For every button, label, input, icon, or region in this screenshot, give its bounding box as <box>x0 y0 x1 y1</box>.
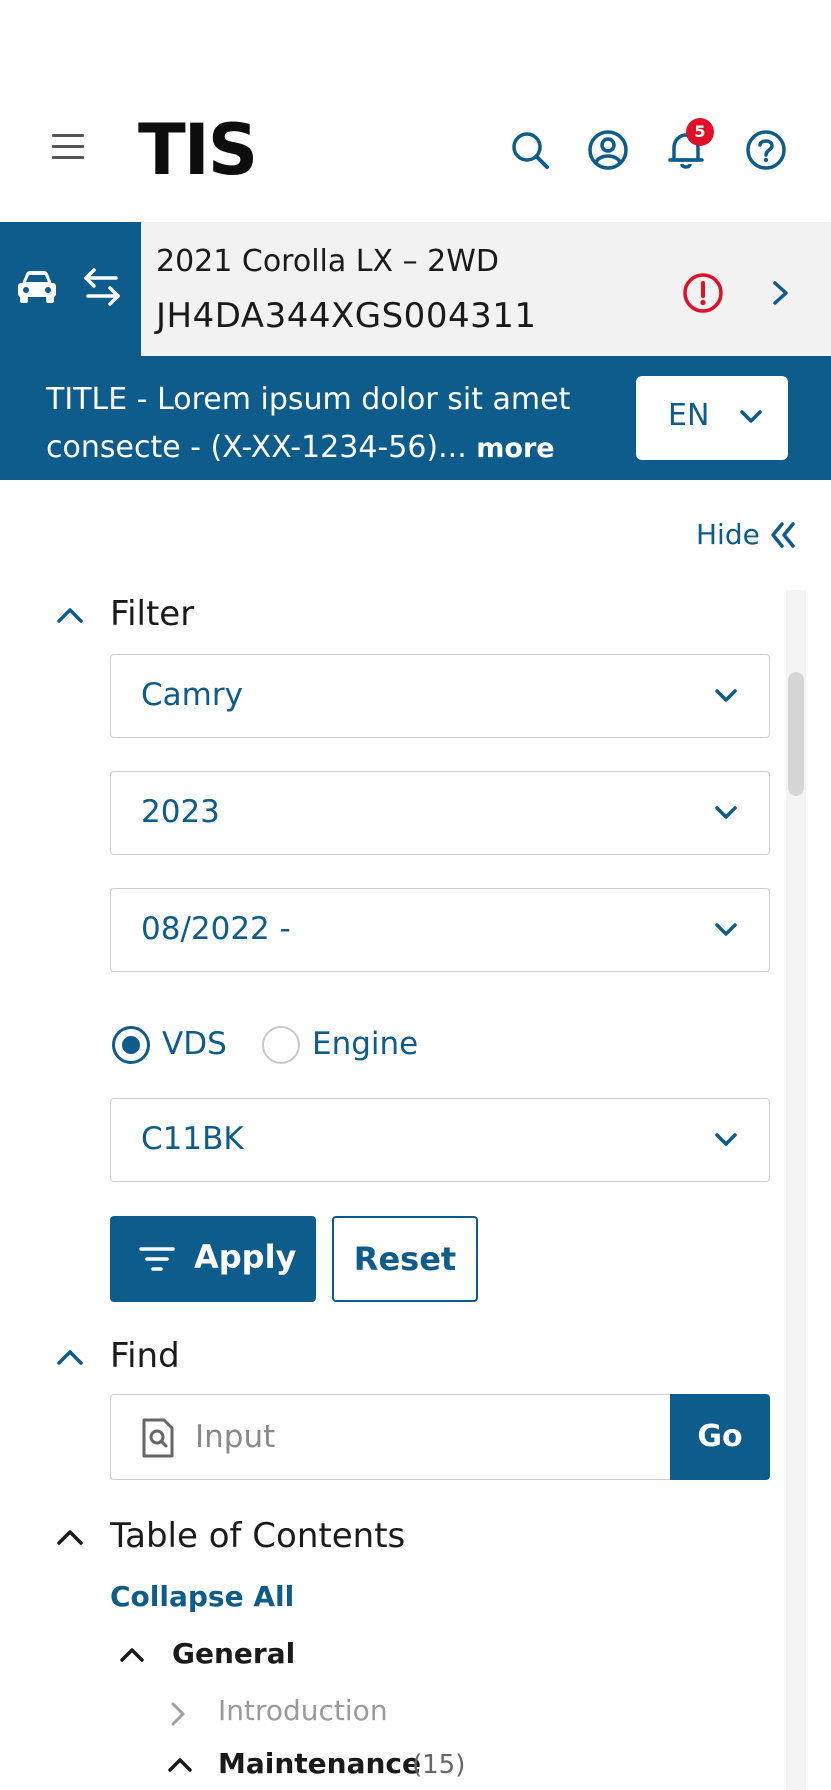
chevron-down-icon <box>715 1133 737 1146</box>
toc-item-maintenance[interactable]: Maintenance <box>218 1747 421 1780</box>
filter-lines-icon <box>139 1247 175 1271</box>
radio-vds[interactable] <box>112 1026 150 1064</box>
chevron-down-icon <box>740 410 762 423</box>
double-chevron-left-icon[interactable] <box>768 520 798 550</box>
toc-collapse-chevron-icon[interactable] <box>54 1526 86 1548</box>
vehicle-switch-button[interactable] <box>0 222 141 356</box>
notification-badge: 5 <box>686 118 714 146</box>
vehicle-model: 2021 Corolla LX – 2WD <box>156 244 499 279</box>
find-input[interactable] <box>195 1413 635 1461</box>
help-icon[interactable] <box>744 128 788 172</box>
hide-panel-link[interactable]: Hide <box>696 518 760 551</box>
toc-item-general[interactable]: General <box>172 1637 295 1670</box>
radio-vds-label[interactable]: VDS <box>162 1026 227 1062</box>
go-button[interactable]: Go <box>670 1394 770 1480</box>
chevron-down-icon <box>715 923 737 936</box>
collapse-all-link[interactable]: Collapse All <box>110 1580 294 1613</box>
radio-engine-label[interactable]: Engine <box>312 1026 418 1062</box>
scrollbar-thumb[interactable] <box>788 672 804 796</box>
chevron-down-icon <box>715 806 737 819</box>
code-select-value: C11BK <box>141 1121 244 1157</box>
filter-heading: Filter <box>110 594 195 634</box>
chevron-right-icon[interactable] <box>766 276 796 310</box>
year-select[interactable]: 2023 <box>110 771 770 855</box>
car-icon <box>18 271 56 303</box>
production-date-value: 08/2022 - <box>141 911 291 947</box>
toc-item-introduction[interactable]: Introduction <box>218 1694 388 1727</box>
document-search-icon <box>142 1418 174 1458</box>
reset-button[interactable]: Reset <box>332 1216 478 1302</box>
toc-heading: Table of Contents <box>110 1516 406 1556</box>
year-select-value: 2023 <box>141 794 220 830</box>
vehicle-vin: JH4DA344XGS004311 <box>156 296 537 336</box>
language-select[interactable]: EN <box>636 376 788 460</box>
apply-button[interactable]: Apply <box>110 1216 316 1302</box>
toc-item-maintenance-count: (15) <box>412 1750 466 1780</box>
tis-logo: TIS <box>138 109 258 191</box>
model-select-value: Camry <box>141 677 243 713</box>
swap-arrows-icon <box>84 268 120 306</box>
find-collapse-chevron-icon[interactable] <box>54 1346 86 1368</box>
find-heading: Find <box>110 1336 180 1376</box>
more-link[interactable]: more <box>476 433 554 464</box>
account-icon[interactable] <box>586 128 630 172</box>
toc-item-general-chevron-icon[interactable] <box>118 1645 146 1665</box>
radio-engine[interactable] <box>262 1026 300 1064</box>
toc-item-maintenance-chevron-icon[interactable] <box>166 1755 194 1775</box>
alert-circle-icon[interactable] <box>682 272 724 314</box>
chevron-down-icon <box>715 689 737 702</box>
document-title: TITLE - Lorem ipsum dolor sit amet conse… <box>46 376 606 473</box>
find-input-wrapper <box>110 1394 670 1480</box>
apply-button-label: Apply <box>194 1238 297 1276</box>
language-value: EN <box>668 398 710 433</box>
hamburger-icon[interactable] <box>52 134 84 162</box>
production-date-select[interactable]: 08/2022 - <box>110 888 770 972</box>
filter-collapse-chevron-icon[interactable] <box>54 604 86 626</box>
code-select[interactable]: C11BK <box>110 1098 770 1182</box>
toc-item-introduction-chevron-icon[interactable] <box>168 1700 188 1728</box>
model-select[interactable]: Camry <box>110 654 770 738</box>
search-icon[interactable] <box>508 128 552 172</box>
